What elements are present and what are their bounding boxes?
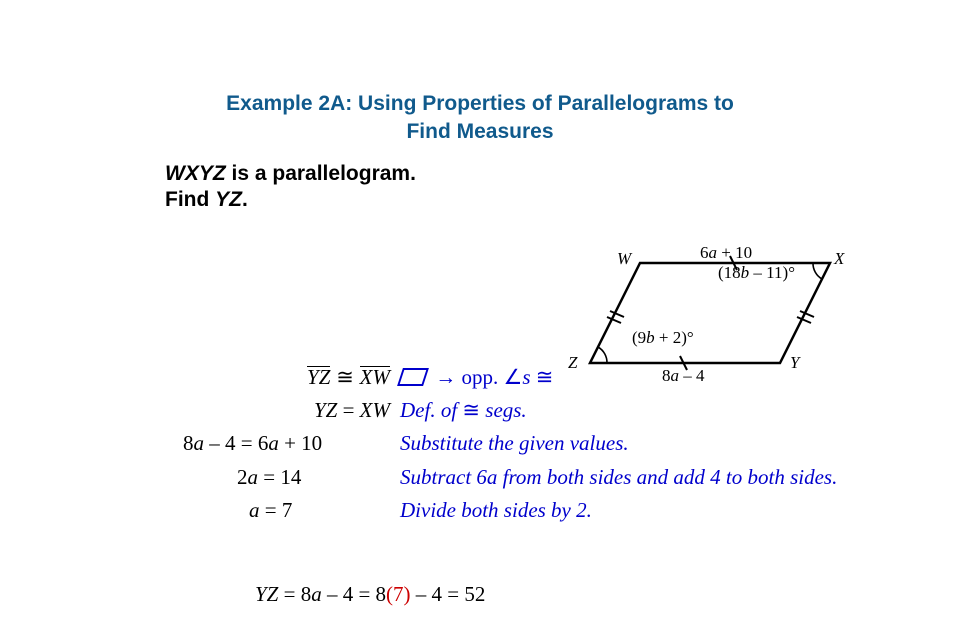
prompt-find: Find: [165, 188, 215, 211]
statement-5: a = 7: [165, 498, 400, 523]
title-line-1: Example 2A: Using Properties of Parallel…: [226, 92, 734, 115]
prompt-period: .: [242, 188, 248, 211]
statement-3: 8a – 4 = 6a + 10: [165, 431, 400, 456]
final-answer: YZ = 8a – 4 = 8(7) – 4 = 52: [255, 582, 485, 607]
example-title: Example 2A: Using Properties of Parallel…: [0, 90, 960, 147]
reason-3: Substitute the given values.: [400, 431, 629, 456]
statement-2: YZ = XW: [165, 398, 400, 423]
statement-4: 2a = 14: [165, 465, 400, 490]
proof-steps: YZ ≅ XW → opp. ∠s ≅ YZ = XW Def. of ≅ se…: [165, 365, 837, 531]
statement-1: YZ ≅ XW: [165, 365, 400, 390]
vertex-w: W: [617, 249, 631, 269]
proof-row-5: a = 7 Divide both sides by 2.: [165, 498, 837, 523]
parallelogram-figure: W X Y Z 6a + 10 8a – 4 (18b – 11)° (9b +…: [580, 245, 860, 375]
prompt-yz: YZ: [215, 188, 242, 211]
prompt-wxyz: WXYZ: [165, 162, 226, 185]
proof-row-3: 8a – 4 = 6a + 10 Substitute the given va…: [165, 431, 837, 456]
parallelogram-icon: [397, 368, 429, 386]
proof-row-2: YZ = XW Def. of ≅ segs.: [165, 398, 837, 423]
prompt-rest1: is a parallelogram.: [226, 162, 416, 185]
side-wx-label: 6a + 10: [700, 243, 752, 263]
vertex-x: X: [834, 249, 844, 269]
angle-z-label: (9b + 2)°: [632, 328, 694, 348]
proof-row-4: 2a = 14 Subtract 6a from both sides and …: [165, 464, 837, 490]
reason-1: → opp. ∠s ≅: [400, 365, 553, 390]
title-line-2: Find Measures: [406, 120, 553, 143]
problem-statement: WXYZ is a parallelogram. Find YZ.: [165, 161, 960, 214]
angle-x-label: (18b – 11)°: [718, 263, 795, 283]
reason-5: Divide both sides by 2.: [400, 498, 592, 523]
proof-row-1: YZ ≅ XW → opp. ∠s ≅: [165, 365, 837, 390]
reason-2: Def. of ≅ segs.: [400, 398, 527, 423]
reason-4: Subtract 6a from both sides and add 4 to…: [400, 464, 837, 490]
